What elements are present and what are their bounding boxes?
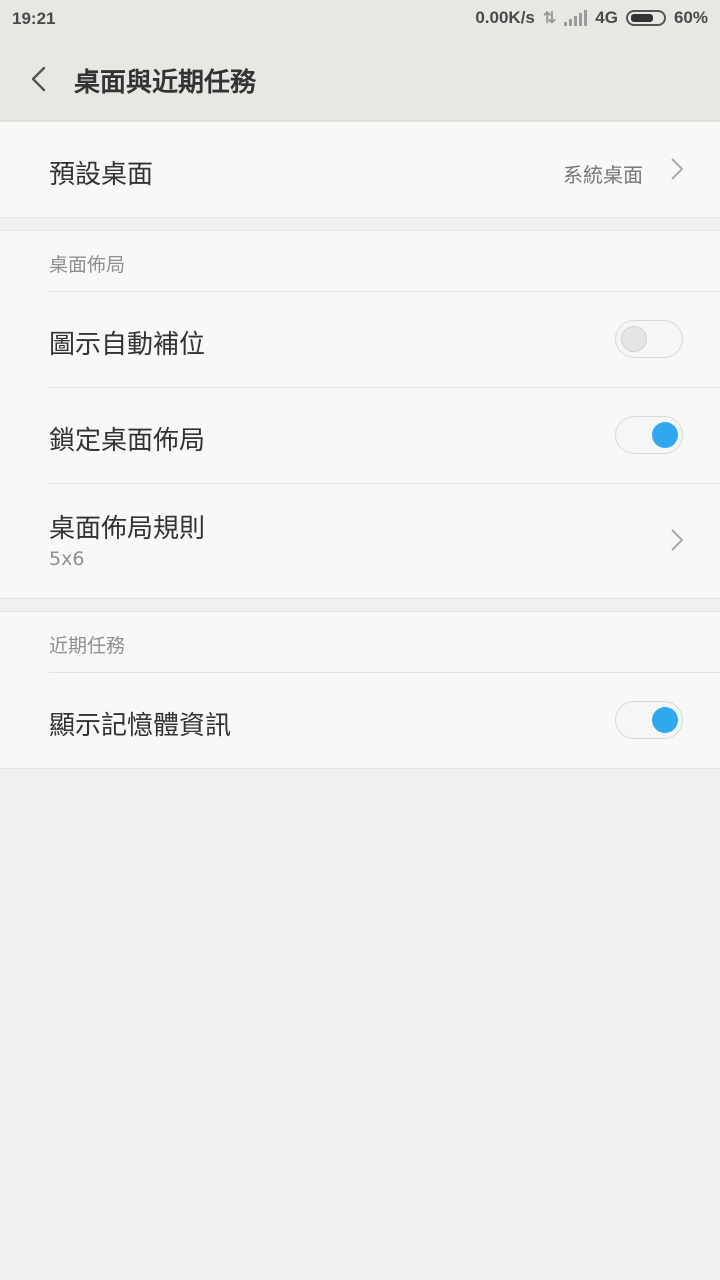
layout-grid-value: 5x6 [49, 548, 85, 570]
default-launcher-label: 預設桌面 [49, 160, 154, 190]
show-memory-info-row[interactable]: 顯示記憶體資訊 [49, 673, 720, 768]
back-chevron-icon[interactable] [28, 66, 50, 92]
lock-layout-toggle[interactable] [615, 416, 683, 454]
action-bar: 桌面與近期任務 [0, 38, 720, 121]
show-memory-info-toggle[interactable] [615, 701, 683, 739]
status-time: 19:21 [12, 9, 56, 28]
lock-layout-row[interactable]: 鎖定桌面佈局 [49, 388, 720, 484]
layout-section-label: 桌面佈局 [49, 254, 126, 276]
lock-layout-label: 鎖定桌面佈局 [49, 426, 206, 456]
signal-icon [564, 10, 588, 26]
auto-fill-icons-label: 圖示自動補位 [49, 330, 206, 360]
recents-section-label: 近期任務 [49, 635, 126, 657]
status-bar: 19:21 0.00K/s ⇅ 4G 60% [0, 0, 720, 38]
layout-grid-label: 桌面佈局規則 [49, 514, 206, 544]
auto-fill-icons-row[interactable]: 圖示自動補位 [49, 292, 720, 388]
data-activity-icon: ⇅ [542, 10, 557, 27]
recents-section-header: 近期任務 [49, 612, 720, 673]
recents-section-card: 近期任務 顯示記憶體資訊 [0, 611, 720, 769]
battery-icon [625, 10, 666, 26]
network-speed: 0.00K/s [475, 8, 535, 27]
show-memory-info-label: 顯示記憶體資訊 [49, 711, 232, 741]
layout-section-header: 桌面佈局 [49, 231, 720, 292]
layout-section-card: 桌面佈局 圖示自動補位 鎖定桌面佈局 桌面佈局規則 5x6 [0, 230, 720, 599]
status-indicators: 0.00K/s ⇅ 4G 60% [475, 8, 708, 28]
auto-fill-icons-toggle[interactable] [615, 320, 683, 358]
network-type: 4G [595, 8, 618, 27]
default-launcher-row[interactable]: 預設桌面 系統桌面 [49, 122, 720, 217]
default-launcher-card: 預設桌面 系統桌面 [0, 121, 720, 218]
chevron-right-icon [671, 158, 683, 180]
default-launcher-value: 系統桌面 [563, 163, 643, 187]
page-title: 桌面與近期任務 [74, 68, 257, 98]
battery-percent: 60% [673, 8, 708, 27]
layout-grid-row[interactable]: 桌面佈局規則 5x6 [49, 484, 720, 598]
chevron-right-icon [671, 529, 683, 551]
